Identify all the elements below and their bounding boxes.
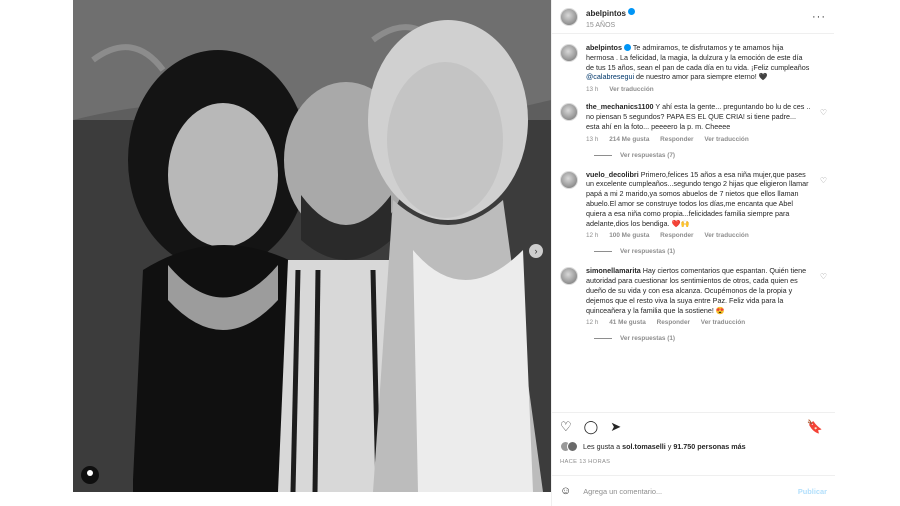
tagged-users-icon[interactable] [81,466,99,484]
caption-username[interactable]: abelpintos [586,43,622,52]
view-replies-button[interactable]: Ver respuestas (1) [594,335,827,342]
view-replies-button[interactable]: Ver respuestas (1) [594,248,827,255]
reply-button[interactable]: Responder [657,319,690,326]
commenter-username[interactable]: the_mechanics1100 [586,102,654,111]
liker-username[interactable]: sol.tomaselli [622,442,666,451]
like-comment-icon[interactable]: ♡ [820,176,827,185]
author-avatar[interactable] [560,7,578,26]
commenter-avatar[interactable] [560,267,578,286]
add-comment-bar: ☺ Publicar [552,475,835,506]
comment-item: the_mechanics1100 Y ahí esta la gente...… [560,102,827,143]
caption-translate-link[interactable]: Ver traducción [609,86,653,93]
post-comment-button[interactable]: Publicar [798,487,827,496]
save-bookmark-icon[interactable]: 🔖 [807,419,823,435]
next-image-icon[interactable]: › [529,244,543,258]
commenter-avatar[interactable] [560,103,578,122]
comment-time[interactable]: 13 h [586,136,598,143]
comment-icon[interactable]: ◯ [584,419,599,435]
likes-summary[interactable]: Les gusta a sol.tomaselli y 91.750 perso… [560,441,746,452]
post-header: abelpintos 15 AÑOS ··· [552,0,834,34]
comment-likes[interactable]: 214 Me gusta [609,136,649,143]
add-comment-input[interactable] [583,486,754,496]
commenter-avatar[interactable] [560,170,578,189]
comment-likes[interactable]: 100 Me gusta [609,232,649,239]
like-icon[interactable]: ♡ [560,419,572,435]
post-timestamp[interactable]: HACE 13 HORAS [560,459,610,465]
like-comment-icon[interactable]: ♡ [820,108,827,117]
comment-time[interactable]: 12 h [586,319,598,326]
post-side-panel: abelpintos 15 AÑOS ··· abelpintos Te adm… [551,0,835,506]
view-replies-button[interactable]: Ver respuestas (7) [594,152,827,159]
comment-time[interactable]: 12 h [586,232,598,239]
post-location[interactable]: 15 AÑOS [586,22,635,30]
comment-likes[interactable]: 41 Me gusta [609,319,646,326]
likes-prefix: Les gusta a [583,442,623,451]
comments-list[interactable]: abelpintos Te admiramos, te disfrutamos … [552,35,835,411]
emoji-icon[interactable]: ☺ [560,485,571,497]
caption-text-end: de nuestro amor para siempre eterno! 🖤 [634,72,768,82]
verified-badge-icon [628,7,636,15]
share-icon[interactable]: ➤ [610,419,621,435]
more-options-icon[interactable]: ··· [812,11,826,23]
commenter-username[interactable]: vuelo_decolibri [586,170,639,179]
liker-avatar [567,441,578,452]
comment-item: vuelo_decolibri Primero,felices 15 años … [560,170,827,239]
photo-illustration [73,0,551,492]
caption: abelpintos Te admiramos, te disfrutamos … [560,43,827,93]
post-actions-bar: ♡ ◯ ➤ 🔖 [552,412,835,440]
like-comment-icon[interactable]: ♡ [820,272,827,281]
verified-badge-icon [623,43,631,51]
translate-link[interactable]: Ver traducción [704,136,748,143]
commenter-username[interactable]: simonellamarita [586,266,641,275]
reply-button[interactable]: Responder [660,136,693,143]
translate-link[interactable]: Ver traducción [701,319,745,326]
translate-link[interactable]: Ver traducción [704,232,748,239]
caption-avatar[interactable] [560,44,578,62]
likes-count[interactable]: 91.750 personas más [673,442,745,451]
post-photo[interactable]: › [73,0,551,492]
reply-button[interactable]: Responder [660,232,693,239]
comment-item: simonellamarita Hay ciertos comentarios … [560,266,827,326]
caption-time[interactable]: 13 h [586,86,598,93]
author-username[interactable]: abelpintos [586,9,626,18]
caption-mention-link[interactable]: @calabresegui [586,72,634,81]
